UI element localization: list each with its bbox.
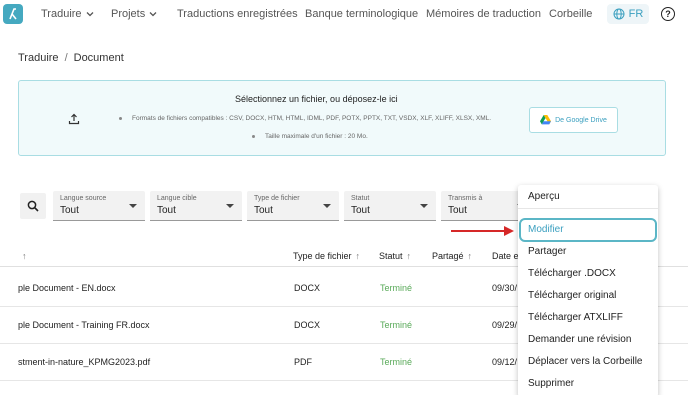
filter-value: Tout: [254, 205, 273, 216]
menu-item-demander-revision[interactable]: Demander une révision: [528, 334, 631, 345]
file-name[interactable]: ple Document - EN.docx: [18, 283, 116, 293]
filter-value: Tout: [448, 205, 467, 216]
upload-icon: [68, 113, 80, 125]
top-navigation: Traduire Projets Traductions enregistrée…: [0, 0, 688, 30]
menu-item-supprimer[interactable]: Supprimer: [528, 378, 574, 389]
filter-langue-cible[interactable]: Langue cible Tout: [150, 191, 242, 221]
column-date-label: Date et: [492, 251, 522, 261]
menu-item-telecharger-atxliff[interactable]: Télécharger ATXLIFF: [528, 312, 623, 323]
file-type: DOCX: [294, 283, 321, 293]
status-badge: Terminé: [380, 320, 413, 330]
nav-traduire[interactable]: Traduire: [41, 8, 94, 20]
filter-label: Langue cible: [157, 195, 197, 202]
column-status-label: Statut: [379, 251, 403, 261]
nav-banque-label: Banque terminologique: [305, 8, 419, 20]
caret-down-icon: [129, 204, 137, 208]
caret-down-icon: [226, 204, 234, 208]
file-date: 09/29/: [492, 320, 518, 330]
file-type: DOCX: [294, 320, 321, 330]
upload-formats-text: Formats de fichiers compatibles : CSV, D…: [132, 115, 492, 122]
column-file-type-label: Type de fichier: [293, 251, 352, 261]
google-drive-icon: [540, 115, 552, 125]
search-icon: [27, 200, 39, 212]
breadcrumb-separator: /: [64, 52, 68, 64]
menu-item-telecharger-original[interactable]: Télécharger original: [528, 290, 616, 301]
breadcrumb-root[interactable]: Traduire: [18, 52, 59, 64]
sort-arrow-icon: ↑: [467, 251, 473, 261]
annotation-arrow-icon: [451, 226, 514, 236]
nav-banque-terminologique[interactable]: Banque terminologique: [305, 8, 418, 20]
upload-formats: Formats de fichiers compatibles : CSV, D…: [119, 115, 491, 122]
column-shared[interactable]: Partagé ↑: [432, 251, 472, 261]
filter-label: Transmis à: [448, 195, 483, 202]
status-badge: Terminé: [380, 283, 413, 293]
filter-type-fichier[interactable]: Type de fichier Tout: [247, 191, 339, 221]
nav-memoires-label: Mémoires de traduction: [426, 8, 541, 20]
context-menu: Aperçu Modifier Partager Télécharger .DO…: [518, 185, 658, 395]
caret-down-icon: [420, 204, 428, 208]
language-code: FR: [628, 8, 644, 20]
column-file-type[interactable]: Type de fichier ↑: [293, 251, 360, 261]
filter-value: Tout: [351, 205, 370, 216]
sort-arrow-icon: ↑: [22, 251, 27, 261]
breadcrumb-current: Document: [73, 52, 124, 64]
nav-projets[interactable]: Projets: [111, 8, 157, 20]
filter-value: Tout: [60, 205, 79, 216]
file-date: 09/12/: [492, 357, 518, 367]
google-drive-button[interactable]: De Google Drive: [529, 107, 618, 133]
bullet: [119, 116, 122, 120]
nav-memoires-traduction[interactable]: Mémoires de traduction: [426, 8, 541, 20]
bullet: [252, 134, 255, 138]
sort-arrow-icon: ↑: [355, 251, 361, 261]
menu-item-partager[interactable]: Partager: [528, 246, 566, 257]
status-badge: Terminé: [380, 357, 413, 367]
sort-arrow-icon: ↑: [406, 251, 412, 261]
filter-label: Langue source: [60, 195, 107, 202]
column-date[interactable]: Date et: [492, 251, 521, 261]
menu-item-modifier[interactable]: Modifier: [528, 224, 564, 235]
file-name[interactable]: ple Document - Training FR.docx: [18, 320, 150, 330]
file-name[interactable]: stment-in-nature_KPMG2023.pdf: [18, 357, 150, 367]
file-type: PDF: [294, 357, 312, 367]
globe-icon: [613, 8, 625, 20]
nav-traductions-label: Traductions enregistrées: [177, 8, 298, 20]
search-button[interactable]: [20, 193, 46, 219]
column-name-sort[interactable]: ↑: [22, 251, 27, 261]
file-date: 09/30/: [492, 283, 518, 293]
menu-item-deplacer-corbeille[interactable]: Déplacer vers la Corbeille: [528, 356, 643, 367]
nav-corbeille-label: Corbeille: [549, 8, 593, 20]
column-status[interactable]: Statut ↑: [379, 251, 411, 261]
filter-langue-source[interactable]: Langue source Tout: [53, 191, 145, 221]
menu-item-telecharger-docx[interactable]: Télécharger .DOCX: [528, 268, 616, 279]
nav-traduire-label: Traduire: [41, 8, 82, 20]
filter-value: Tout: [157, 205, 176, 216]
nav-traductions-enregistrees[interactable]: Traductions enregistrées: [177, 8, 298, 20]
app-logo[interactable]: [3, 4, 23, 24]
nav-corbeille[interactable]: Corbeille: [549, 8, 592, 20]
logo-icon: [9, 8, 17, 20]
upload-max-size-text: Taille maximale d'un fichier : 20 Mo.: [265, 133, 368, 140]
column-shared-label: Partagé: [432, 251, 464, 261]
chevron-down-icon: [86, 12, 94, 17]
upload-max-size: Taille maximale d'un fichier : 20 Mo.: [252, 133, 368, 140]
menu-item-apercu[interactable]: Aperçu: [528, 191, 560, 202]
breadcrumb: Traduire / Document: [18, 52, 124, 64]
menu-divider: [518, 208, 658, 209]
filter-label: Statut: [351, 195, 370, 202]
filter-statut[interactable]: Statut Tout: [344, 191, 436, 221]
google-drive-label: De Google Drive: [555, 116, 607, 124]
caret-down-icon: [323, 204, 331, 208]
help-icon[interactable]: ?: [661, 7, 675, 21]
upload-title: Sélectionnez un fichier, ou déposez-le i…: [235, 94, 398, 104]
nav-projets-label: Projets: [111, 8, 146, 20]
help-icon-glyph: ?: [665, 9, 671, 19]
filter-label: Type de fichier: [254, 195, 300, 202]
language-selector[interactable]: FR: [607, 4, 649, 24]
chevron-down-icon: [149, 12, 157, 17]
